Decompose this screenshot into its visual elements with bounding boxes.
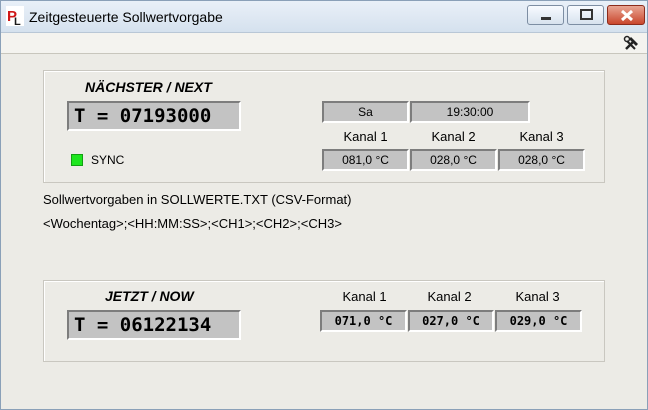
maximize-button[interactable]: [567, 5, 604, 25]
next-kanal-1-value: 081,0 °C: [322, 149, 409, 171]
svg-text:L: L: [14, 16, 21, 26]
info-line-2: <Wochentag>;<HH:MM:SS>;<CH1>;<CH2>;<CH3>: [43, 216, 342, 231]
close-icon: [620, 9, 634, 22]
app-logo-icon: P L: [6, 6, 24, 26]
window-title: Zeitgesteuerte Sollwertvorgabe: [29, 9, 223, 25]
sync-indicator: [71, 154, 83, 166]
next-time-field: 19:30:00: [410, 101, 530, 123]
toolbar: [1, 33, 647, 54]
maximize-icon: [580, 9, 593, 20]
next-kanal-2-value: 028,0 °C: [410, 149, 497, 171]
minimize-icon: [541, 17, 551, 20]
now-t-value: T = 06122134: [67, 310, 241, 340]
next-kanal-2-label: Kanal 2: [431, 129, 476, 144]
sync-label: SYNC: [91, 153, 125, 167]
now-kanal-2-label: Kanal 2: [427, 289, 472, 304]
next-day-field: Sa: [322, 101, 409, 123]
info-line-1: Sollwertvorgaben in SOLLWERTE.TXT (CSV-F…: [43, 192, 352, 207]
app-window: P L Zeitgesteuerte Sollwertvorgabe NÄCHS…: [0, 0, 648, 410]
next-kanal-3-value: 028,0 °C: [498, 149, 585, 171]
now-kanal-3-value: 029,0 °C: [495, 310, 582, 332]
now-kanal-2-value: 027,0 °C: [408, 310, 494, 332]
next-t-value: T = 07193000: [67, 101, 241, 131]
now-kanal-1-value: 071,0 °C: [320, 310, 407, 332]
tools-icon[interactable]: [623, 34, 641, 52]
now-kanal-3-label: Kanal 3: [515, 289, 560, 304]
close-button[interactable]: [607, 5, 645, 25]
next-heading: NÄCHSTER / NEXT: [85, 79, 212, 95]
title-bar[interactable]: P L Zeitgesteuerte Sollwertvorgabe: [1, 1, 647, 33]
minimize-button[interactable]: [527, 5, 564, 25]
now-kanal-1-label: Kanal 1: [342, 289, 387, 304]
next-kanal-3-label: Kanal 3: [519, 129, 564, 144]
next-kanal-1-label: Kanal 1: [343, 129, 388, 144]
now-heading: JETZT / NOW: [105, 288, 194, 304]
